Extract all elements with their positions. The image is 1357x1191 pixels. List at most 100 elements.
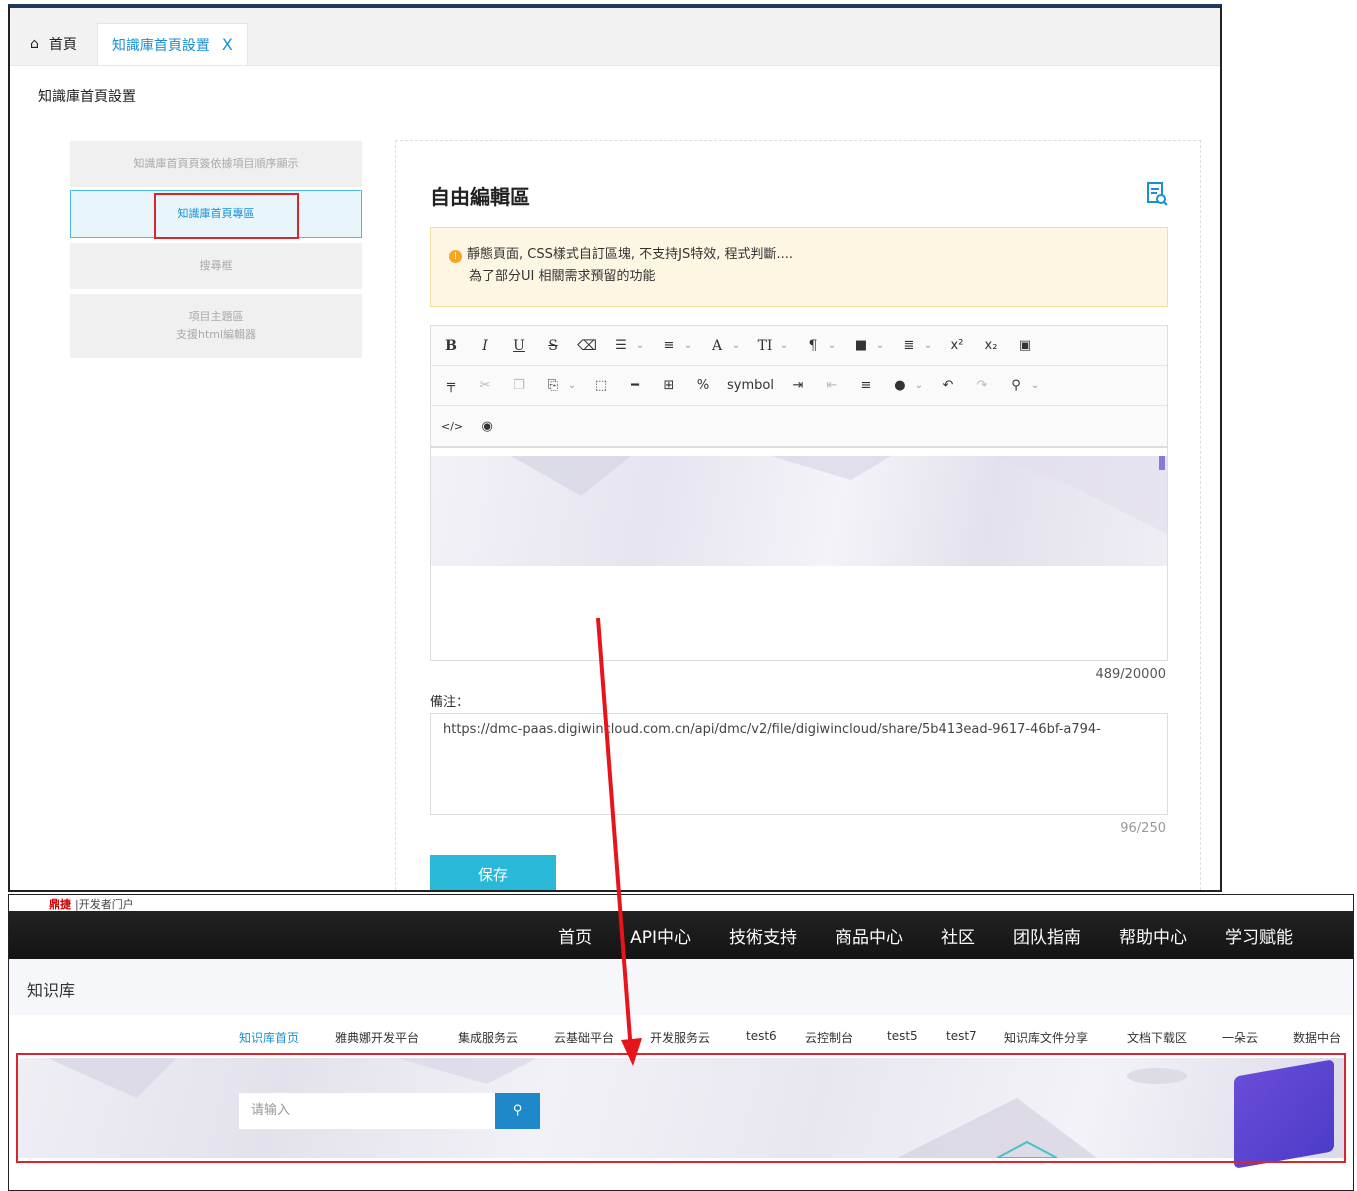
indent-icon[interactable]: ⇥ (788, 378, 808, 393)
subnav-item[interactable]: 一朵云 (1222, 1029, 1258, 1046)
chevron-down-icon[interactable]: ⌄ (731, 340, 741, 351)
subnav-item[interactable]: test6 (746, 1029, 777, 1043)
italic-icon[interactable]: I (475, 338, 495, 354)
notice-line2: 為了部分UI 相關需求預留的功能 (469, 269, 656, 284)
highlight-box (154, 193, 299, 239)
banner-image (431, 456, 1167, 566)
close-icon[interactable]: X (222, 35, 233, 54)
subnav-item[interactable]: 文档下载区 (1127, 1029, 1187, 1046)
subnav-item[interactable]: 知识库文件分享 (1004, 1029, 1088, 1046)
subnav-item[interactable]: 开发服务云 (650, 1029, 710, 1046)
chevron-down-icon[interactable]: ⌄ (683, 340, 693, 351)
remark-textarea[interactable]: https://dmc-paas.digiwincloud.com.cn/api… (430, 713, 1168, 815)
chevron-down-icon[interactable]: ⌄ (1030, 380, 1040, 391)
image-icon[interactable]: ▣ (1015, 338, 1035, 353)
subnav-item[interactable]: 知识库首页 (239, 1029, 299, 1046)
home-icon: ⌂ (30, 36, 39, 52)
paste-icon[interactable]: ⎘ (543, 378, 563, 393)
nav-item[interactable]: 首页 (558, 923, 592, 948)
preview-eye-icon[interactable]: ◉ (477, 419, 497, 434)
outdent-icon[interactable]: ⇤ (822, 378, 842, 393)
strikethrough-icon[interactable]: S (543, 338, 563, 354)
editor-card: 自由編輯區 ! 靜態頁面, CSS樣式自訂區塊, 不支持JS特效, 程式判斷...… (395, 140, 1201, 890)
select-all-icon[interactable]: ⬚ (591, 378, 611, 393)
toolbar-row-1: B I U S ⌫ ☰ ⌄ ≡ ⌄ A ⌄ TI ⌄ ¶ ⌄ ■ ⌄ ≣ ⌄ x… (431, 326, 1167, 366)
menu-item-label-line1: 項目主題區 (188, 310, 244, 323)
subnav-item[interactable]: test5 (887, 1029, 918, 1043)
admin-panel: ⌂ 首頁 知識庫首頁設置 X 知識庫首頁設置 知識庫首頁頁簽依據項目順序顯示 知… (8, 4, 1222, 892)
rich-text-editor[interactable] (430, 447, 1168, 661)
tab-bar: ⌂ 首頁 知識庫首頁設置 X (10, 8, 1220, 66)
font-color-icon[interactable]: A (707, 338, 727, 354)
nav-item[interactable]: 学习赋能 (1225, 923, 1293, 948)
subnav-item[interactable]: 数据中台 (1293, 1029, 1341, 1046)
menu-item-search-box[interactable]: 搜尋框 (70, 243, 362, 289)
char-count: 489/20000 (1095, 667, 1166, 682)
undo-icon[interactable]: ↶ (938, 378, 958, 393)
nav-item[interactable]: 团队指南 (1013, 923, 1081, 948)
block-icon[interactable]: ■ (851, 338, 871, 353)
editor-toolbar: B I U S ⌫ ☰ ⌄ ≡ ⌄ A ⌄ TI ⌄ ¶ ⌄ ■ ⌄ ≣ ⌄ x… (430, 325, 1168, 447)
remark-count: 96/250 (1120, 821, 1166, 836)
copy-icon[interactable]: ❐ (509, 378, 529, 393)
cut-icon[interactable]: ✂ (475, 378, 495, 393)
format-painter-icon[interactable]: ╤ (441, 378, 461, 393)
chevron-down-icon[interactable]: ⌄ (914, 380, 924, 391)
document-search-icon[interactable] (1146, 181, 1168, 207)
table-icon[interactable]: ⊞ (659, 378, 679, 393)
highlight-box (16, 1053, 1346, 1163)
subnav-item[interactable]: 云基础平台 (554, 1029, 614, 1046)
menu-item-label-line2: 支援html編輯器 (175, 328, 257, 341)
search-icon[interactable]: ⚲ (1006, 378, 1026, 393)
kb-subnav: 知识库首页 雅典娜开发平台 集成服务云 云基础平台 开发服务云 test6 云控… (9, 1015, 1353, 1057)
code-view-icon[interactable]: </> (441, 420, 463, 433)
nav-item[interactable]: 商品中心 (835, 923, 903, 948)
subnav-item[interactable]: 雅典娜开发平台 (335, 1029, 419, 1046)
eraser-icon[interactable]: ⌫ (577, 338, 597, 354)
nav-item[interactable]: 社区 (941, 923, 975, 948)
chevron-down-icon[interactable]: ⌄ (923, 340, 933, 351)
superscript-icon[interactable]: x² (947, 338, 967, 353)
paragraph-icon[interactable]: ¶ (803, 338, 823, 354)
subnav-item[interactable]: test7 (946, 1029, 977, 1043)
fill-color-icon[interactable]: ● (890, 378, 910, 393)
bullet-list-icon[interactable]: ☰ (611, 338, 631, 353)
save-button[interactable]: 保存 (430, 855, 556, 890)
numbered-list-icon[interactable]: ≡ (659, 338, 679, 353)
subnav-item[interactable]: 云控制台 (805, 1029, 853, 1046)
link-icon[interactable]: % (693, 378, 713, 393)
chevron-down-icon[interactable]: ⌄ (875, 340, 885, 351)
notice-box: ! 靜態頁面, CSS樣式自訂區塊, 不支持JS特效, 程式判斷.... 為了部分… (430, 227, 1168, 307)
chevron-down-icon[interactable]: ⌄ (635, 340, 645, 351)
subnav-item[interactable]: 集成服务云 (458, 1029, 518, 1046)
tab-kb-settings-label: 知識庫首頁設置 (111, 37, 210, 54)
align-icon[interactable]: ≣ (899, 338, 919, 353)
redo-icon[interactable]: ↷ (972, 378, 992, 393)
logo-text: 鼎捷 (49, 898, 71, 911)
chevron-down-icon[interactable]: ⌄ (567, 380, 577, 391)
tab-kb-settings[interactable]: 知識庫首頁設置 X (96, 23, 248, 65)
menu-item-label: 知識庫首頁頁簽依據項目順序顯示 (133, 157, 299, 170)
nav-item[interactable]: 技術支持 (729, 923, 797, 948)
tab-home[interactable]: ⌂ 首頁 (10, 23, 97, 65)
menu-item-project-theme[interactable]: 項目主題區 支援html編輯器 (70, 294, 362, 358)
symbol-button[interactable]: symbol (727, 378, 774, 393)
align-left-icon[interactable]: ≡ (856, 378, 876, 393)
subscript-icon[interactable]: x₂ (981, 338, 1001, 353)
editor-title: 自由編輯區 (430, 185, 530, 209)
underline-icon[interactable]: U (509, 338, 529, 354)
font-size-icon[interactable]: TI (755, 338, 775, 354)
warning-icon: ! (449, 250, 462, 263)
chevron-down-icon[interactable]: ⌄ (779, 340, 789, 351)
nav-item[interactable]: 帮助中心 (1119, 923, 1187, 948)
chevron-down-icon[interactable]: ⌄ (827, 340, 837, 351)
menu-item-label: 搜尋框 (199, 259, 233, 272)
banner-shapes (511, 456, 1167, 534)
horizontal-rule-icon[interactable]: ━ (625, 378, 645, 393)
kb-header: 知识库 (9, 959, 1353, 1015)
kb-title: 知识库 (27, 981, 76, 1000)
bold-icon[interactable]: B (441, 338, 461, 354)
nav-item[interactable]: API中心 (630, 923, 691, 948)
menu-item-tab-order[interactable]: 知識庫首頁頁簽依據項目順序顯示 (70, 141, 362, 187)
top-nav: 首页 API中心 技術支持 商品中心 社区 团队指南 帮助中心 学习赋能 (9, 911, 1353, 959)
